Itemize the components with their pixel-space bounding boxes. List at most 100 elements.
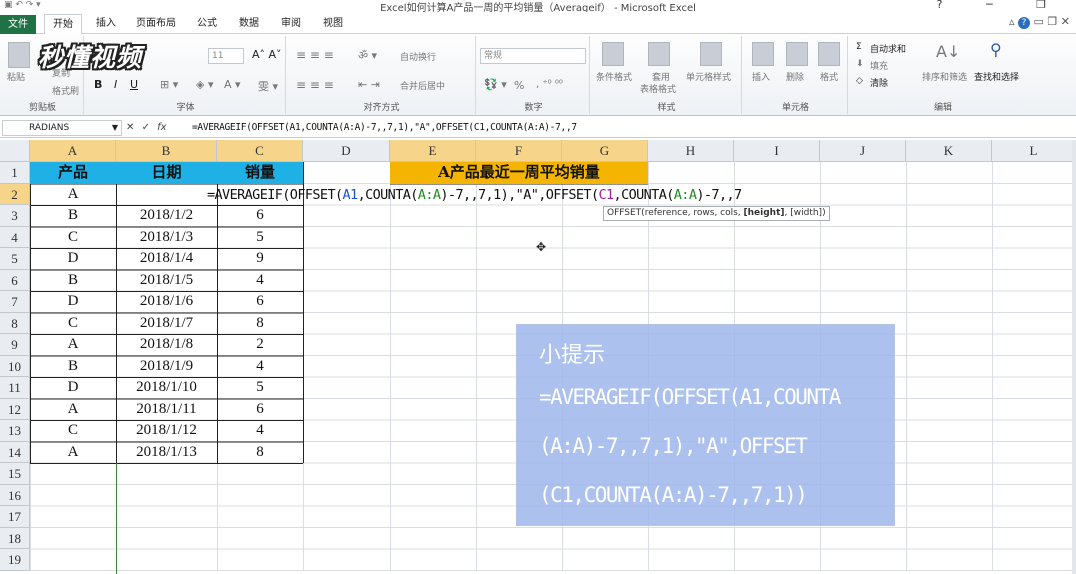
table-cell-product[interactable]: B — [30, 270, 116, 292]
delete-button[interactable]: 删除 — [786, 70, 804, 83]
tab-file[interactable]: 文件 — [0, 15, 36, 34]
column-header-l[interactable]: L — [992, 140, 1076, 162]
sort-filter-icon[interactable]: A↓ — [936, 42, 960, 61]
align-left-icon[interactable]: ≡ ≡ ≡ — [296, 78, 334, 92]
column-header-i[interactable]: I — [734, 140, 820, 162]
currency-icon[interactable]: 💱 ▾ — [484, 78, 507, 91]
row-header-15[interactable]: 15 — [0, 463, 30, 485]
table-cell-date[interactable]: 2018/1/12 — [116, 420, 217, 442]
table-cell-date[interactable] — [116, 184, 217, 206]
autosum-button[interactable]: 自动求和 — [870, 42, 906, 55]
tab-data[interactable]: 数据 — [232, 14, 266, 34]
column-header-j[interactable]: J — [820, 140, 906, 162]
row-header-10[interactable]: 10 — [0, 355, 30, 377]
delete-cells-icon[interactable] — [786, 42, 808, 66]
help-icon[interactable]: ? — [1018, 17, 1030, 29]
insert-cells-icon[interactable] — [752, 42, 774, 66]
align-top-icon[interactable]: ≡ ≡ ≡ — [296, 48, 334, 62]
orientation-icon[interactable]: ॐ ▾ — [358, 48, 377, 63]
table-cell-date[interactable]: 2018/1/4 — [116, 248, 217, 270]
indent-icon[interactable]: ⇤ ⇥ — [358, 78, 380, 91]
phonetic-icon[interactable]: 雯 ▾ — [258, 78, 278, 94]
underline-button[interactable]: U — [130, 78, 138, 91]
cell-b1[interactable]: 日期 — [116, 162, 217, 184]
chevron-down-icon[interactable]: ▼ — [112, 121, 118, 135]
table-cell-date[interactable]: 2018/1/10 — [116, 377, 217, 399]
column-header-f[interactable]: F — [476, 140, 562, 162]
minimize-ribbon-icon[interactable]: ▵ — [1009, 15, 1015, 28]
table-cell-sales[interactable]: 4 — [217, 270, 303, 292]
tab-page-layout[interactable]: 页面布局 — [130, 14, 182, 34]
table-cell-product[interactable]: D — [30, 248, 116, 270]
table-cell-date[interactable]: 2018/1/7 — [116, 313, 217, 335]
find-select-button[interactable]: 查找和选择 — [974, 70, 1019, 83]
table-cell-date[interactable]: 2018/1/2 — [116, 205, 217, 227]
fill-button[interactable]: 填充 — [870, 59, 888, 72]
table-cell-sales[interactable]: 5 — [217, 377, 303, 399]
column-header-k[interactable]: K — [906, 140, 992, 162]
clear-button[interactable]: 清除 — [870, 76, 888, 89]
column-header-a[interactable]: A — [30, 140, 116, 162]
table-cell-product[interactable]: A — [30, 442, 116, 464]
cell-e1[interactable]: A产品最近一周平均销量 — [390, 162, 648, 184]
format-cells-icon[interactable] — [818, 42, 840, 66]
table-cell-product[interactable]: A — [30, 399, 116, 421]
active-cell-editor[interactable]: =AVERAGEIF(OFFSET(A1,COUNTA(A:A)-7,,7,1)… — [207, 184, 742, 206]
paste-button[interactable]: 粘贴 — [7, 70, 25, 83]
clear-icon[interactable]: ◇ — [856, 76, 863, 86]
merge-center-button[interactable]: 合并后居中 — [400, 79, 445, 92]
row-header-1[interactable]: 1 — [0, 162, 30, 184]
vertical-scrollbar[interactable] — [1072, 140, 1076, 574]
row-header-18[interactable]: 18 — [0, 527, 30, 549]
table-cell-date[interactable]: 2018/1/3 — [116, 227, 217, 249]
table-cell-sales[interactable]: 9 — [217, 248, 303, 270]
table-cell-date[interactable]: 2018/1/11 — [116, 399, 217, 421]
italic-button[interactable]: I — [114, 78, 117, 91]
font-color-icon[interactable]: A ▾ — [224, 78, 241, 91]
window-close-icon[interactable]: ✕ — [1061, 15, 1070, 28]
row-header-16[interactable]: 16 — [0, 484, 30, 506]
decimal-icon[interactable]: , ⁺⁰ ⁰⁰ — [536, 79, 563, 90]
window-minimize-icon[interactable]: ▭ — [1034, 15, 1044, 28]
table-cell-sales[interactable]: 6 — [217, 399, 303, 421]
conditional-format-button[interactable]: 条件格式 — [596, 70, 632, 83]
format-button[interactable]: 格式 — [820, 70, 838, 83]
table-cell-sales[interactable]: 6 — [217, 291, 303, 313]
name-box[interactable]: RADIANS ▼ — [2, 120, 122, 136]
tab-review[interactable]: 审阅 — [274, 14, 308, 34]
cell-c1[interactable]: 销量 — [217, 162, 303, 184]
row-header-9[interactable]: 9 — [0, 334, 30, 356]
tab-home[interactable]: 开始 — [44, 14, 82, 35]
wrap-text-button[interactable]: 自动换行 — [400, 50, 436, 63]
bold-button[interactable]: B — [94, 78, 102, 91]
number-format-select[interactable]: 常规 — [480, 48, 586, 64]
row-header-5[interactable]: 5 — [0, 248, 30, 270]
border-icon[interactable]: ⊞ ▾ — [160, 78, 178, 91]
paste-icon[interactable] — [8, 42, 30, 68]
table-cell-sales[interactable]: 8 — [217, 313, 303, 335]
table-cell-date[interactable]: 2018/1/6 — [116, 291, 217, 313]
table-cell-product[interactable]: A — [30, 184, 116, 206]
table-cell-product[interactable]: D — [30, 377, 116, 399]
cell-a1[interactable]: 产品 — [30, 162, 116, 184]
column-header-c[interactable]: C — [217, 140, 303, 162]
fill-icon[interactable]: ⬇ — [856, 59, 864, 69]
tab-insert[interactable]: 插入 — [88, 14, 124, 34]
ribbon-controls[interactable]: ▵ ? ▭ ❐ ✕ — [1009, 15, 1070, 29]
formula-input[interactable]: =AVERAGEIF(OFFSET(A1,COUNTA(A:A)-7,,7,1)… — [192, 120, 1072, 136]
table-format-icon[interactable] — [648, 42, 670, 66]
cancel-icon[interactable]: ✕ — [126, 122, 134, 133]
table-cell-sales[interactable]: 5 — [217, 227, 303, 249]
fill-color-icon[interactable]: ◈ ▾ — [196, 78, 213, 91]
table-cell-date[interactable]: 2018/1/8 — [116, 334, 217, 356]
tab-view[interactable]: 视图 — [316, 14, 350, 34]
table-cell-product[interactable]: D — [30, 291, 116, 313]
window-restore-icon[interactable]: ❐ — [1047, 15, 1057, 28]
percent-button[interactable]: % — [514, 79, 524, 92]
cell-styles-icon[interactable] — [700, 42, 722, 66]
column-header-d[interactable]: D — [303, 140, 390, 162]
table-cell-product[interactable]: C — [30, 227, 116, 249]
sort-filter-button[interactable]: 排序和筛选 — [922, 70, 967, 83]
table-cell-date[interactable]: 2018/1/5 — [116, 270, 217, 292]
enter-icon[interactable]: ✓ — [142, 122, 150, 133]
